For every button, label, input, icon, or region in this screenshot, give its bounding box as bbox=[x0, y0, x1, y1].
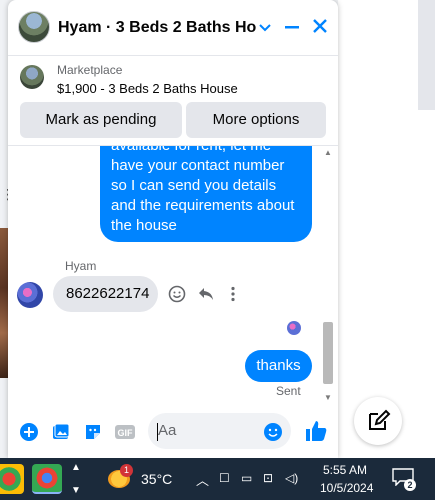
read-receipt-avatar bbox=[287, 321, 301, 335]
text-caret bbox=[157, 423, 158, 441]
meet-now-icon[interactable]: ☐ bbox=[219, 471, 230, 485]
more-actions-icon[interactable] bbox=[222, 285, 244, 308]
volume-icon[interactable]: ◁) bbox=[285, 471, 298, 485]
notifications-button[interactable]: 2 bbox=[392, 468, 416, 491]
sticker-icon[interactable] bbox=[82, 422, 104, 444]
gif-icon[interactable]: GIF bbox=[114, 422, 136, 444]
chat-window: Hyam · 3 Beds 2 Baths Ho… Marketplace $1… bbox=[8, 0, 338, 458]
weather-temperature: 35°C bbox=[141, 471, 173, 487]
message-composer: GIF Aa bbox=[8, 410, 338, 458]
listing-category: Marketplace bbox=[57, 63, 123, 77]
compose-icon bbox=[369, 409, 391, 430]
react-icon[interactable] bbox=[166, 285, 188, 308]
message-line: and the requirements about bbox=[111, 197, 295, 214]
message-thread: available for rent, let me have your con… bbox=[8, 146, 338, 410]
more-options-button[interactable]: More options bbox=[186, 102, 326, 138]
sender-name: Hyam bbox=[65, 259, 97, 273]
background-scroll-area bbox=[418, 0, 435, 110]
scroll-up-arrow[interactable]: ▲ bbox=[324, 148, 332, 157]
listing-banner: Marketplace $1,900 - 3 Beds 2 Baths Hous… bbox=[8, 56, 338, 146]
battery-icon[interactable]: ▭ bbox=[241, 471, 252, 485]
message-line: so I can send you details bbox=[111, 177, 277, 194]
listing-avatar[interactable] bbox=[18, 11, 50, 43]
reply-icon[interactable] bbox=[195, 285, 217, 308]
close-icon[interactable] bbox=[307, 14, 333, 40]
outgoing-message[interactable]: thanks bbox=[245, 350, 312, 382]
mark-as-pending-button[interactable]: Mark as pending bbox=[20, 102, 182, 138]
notification-count: 2 bbox=[404, 479, 416, 491]
taskbar-overflow-up-icon[interactable]: ▲ bbox=[71, 462, 81, 473]
chat-title[interactable]: Hyam · 3 Beds 2 Baths Ho… bbox=[58, 19, 258, 37]
clock-date[interactable]: 10/5/2024 bbox=[320, 481, 373, 495]
sender-avatar[interactable] bbox=[17, 282, 43, 308]
new-message-button[interactable] bbox=[354, 397, 402, 445]
tray-chevron-icon[interactable]: ︿ bbox=[196, 470, 209, 489]
message-line: have your contact number bbox=[111, 157, 285, 174]
chevron-down-icon[interactable] bbox=[252, 14, 278, 40]
incoming-message[interactable]: 8622622174 bbox=[53, 276, 158, 312]
message-line: available for rent, let me bbox=[111, 146, 304, 156]
plus-icon[interactable] bbox=[18, 422, 40, 444]
weather-badge: 1 bbox=[120, 464, 133, 477]
clock-time[interactable]: 5:55 AM bbox=[323, 463, 367, 477]
outgoing-message[interactable]: available for rent, let me have your con… bbox=[100, 146, 312, 242]
photo-icon[interactable] bbox=[50, 422, 72, 444]
gif-label: GIF bbox=[118, 428, 134, 438]
taskbar: ▲ ▼ 1 35°C ︿ ☐ ▭ ⊡ ◁) 5:55 AM 10/5/2024 … bbox=[0, 458, 435, 500]
emoji-icon[interactable] bbox=[262, 422, 284, 444]
chrome-taskbar-icon[interactable] bbox=[32, 464, 62, 494]
message-line: the house bbox=[111, 217, 177, 234]
listing-thumbnail[interactable] bbox=[20, 65, 44, 89]
message-status: Sent bbox=[276, 384, 301, 398]
chat-header[interactable]: Hyam · 3 Beds 2 Baths Ho… bbox=[8, 0, 338, 56]
thumbs-up-icon[interactable] bbox=[303, 419, 329, 445]
listing-summary[interactable]: $1,900 - 3 Beds 2 Baths House bbox=[57, 81, 238, 96]
weather-widget[interactable]: 1 35°C bbox=[104, 462, 184, 496]
taskbar-overflow-down-icon[interactable]: ▼ bbox=[71, 485, 81, 496]
scrollbar-thumb[interactable] bbox=[323, 322, 333, 384]
minimize-icon[interactable] bbox=[279, 14, 305, 40]
taskbar-app-icon[interactable] bbox=[0, 464, 24, 494]
display-icon[interactable]: ⊡ bbox=[263, 471, 273, 485]
scroll-down-arrow[interactable]: ▼ bbox=[324, 393, 332, 402]
